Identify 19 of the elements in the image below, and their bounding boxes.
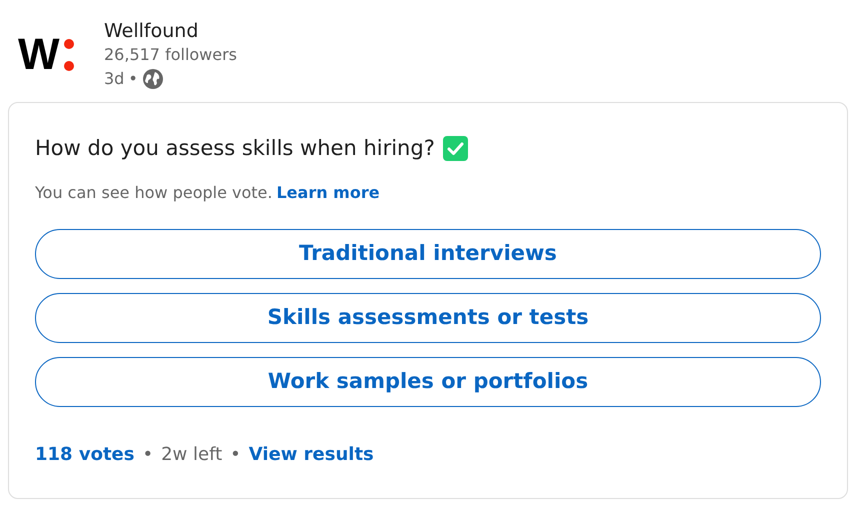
vote-count-link[interactable]: 118 votes xyxy=(35,440,134,468)
poll-option-button[interactable]: Traditional interviews xyxy=(35,228,821,278)
visibility-note: You can see how people vote. xyxy=(35,182,272,204)
globe-icon xyxy=(142,68,164,90)
view-results-link[interactable]: View results xyxy=(248,440,374,468)
poll-question: How do you assess skills when hiring? xyxy=(35,135,435,162)
learn-more-link[interactable]: Learn more xyxy=(276,180,380,204)
separator-dot: • xyxy=(230,442,241,466)
post-age: 3d xyxy=(104,68,124,90)
poll-option-button[interactable]: Work samples or portfolios xyxy=(35,356,821,406)
follower-count: 26,517 followers xyxy=(104,44,238,66)
logo-letter: W xyxy=(18,33,57,77)
separator-dot: • xyxy=(142,442,154,466)
time-left: 2w left xyxy=(161,442,222,466)
logo-dots-icon xyxy=(62,38,75,72)
poll-option-button[interactable]: Skills assessments or tests xyxy=(35,292,821,342)
check-icon xyxy=(442,136,468,162)
separator-dot: • xyxy=(128,68,138,90)
company-name[interactable]: Wellfound xyxy=(104,19,238,43)
